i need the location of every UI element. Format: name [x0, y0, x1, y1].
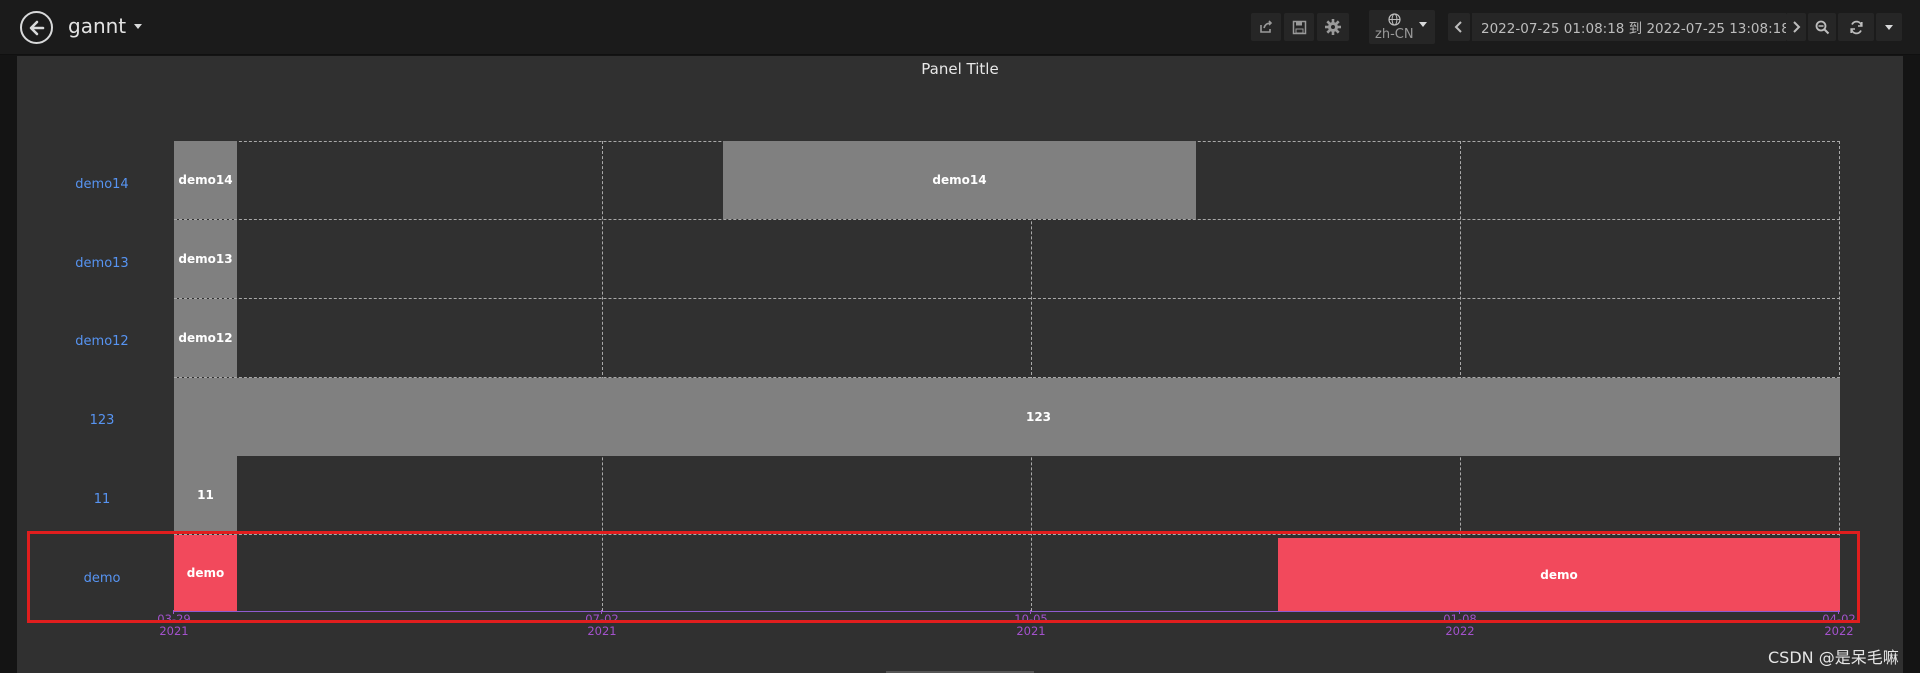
settings-button[interactable]: [1317, 13, 1349, 41]
watermark: CSDN @是呆毛嘛: [1768, 648, 1899, 667]
time-shift-forward-button[interactable]: [1786, 13, 1806, 41]
gantt-bar-123-start[interactable]: [174, 378, 237, 456]
chevron-right-icon: [1793, 21, 1801, 33]
bar-label: 123: [1025, 410, 1052, 424]
dashboard-title: gannt: [68, 14, 127, 38]
gantt-bar-demo14-start[interactable]: demo14: [174, 141, 237, 219]
bar-label: demo12: [178, 331, 233, 345]
time-shift-back-button[interactable]: [1448, 13, 1470, 41]
time-range-picker[interactable]: 2022-07-25 01:08:18 到 2022-07-25 13:08:1…: [1472, 13, 1804, 41]
bar-label: demo14: [178, 173, 233, 187]
row-label-123: 123: [89, 413, 115, 428]
refresh-interval-dropdown[interactable]: [1876, 13, 1902, 41]
bar-label: 11: [197, 488, 214, 502]
gantt-bar-demo13[interactable]: demo13: [174, 220, 237, 298]
share-icon: [1260, 20, 1273, 33]
time-range-label: 2022-07-25 01:08:18 到 2022-07-25 13:08:1…: [1481, 21, 1790, 37]
gantt-bar-demo12[interactable]: demo12: [174, 299, 237, 377]
selection-highlight-box: [27, 531, 1860, 623]
row-label-demo13: demo13: [75, 256, 129, 271]
row-label-demo14: demo14: [75, 177, 129, 192]
bar-label: demo14: [932, 173, 987, 187]
gantt-bar-11[interactable]: 11: [174, 456, 237, 534]
language-label: zh-CN: [1375, 27, 1414, 42]
grid-line: [174, 298, 1840, 299]
gear-icon: [1325, 19, 1341, 35]
panel-title[interactable]: Panel Title: [17, 60, 1903, 78]
row-label-demo12: demo12: [75, 334, 129, 349]
share-button[interactable]: [1251, 13, 1281, 41]
globe-icon: [1388, 13, 1401, 26]
row-label-11: 11: [93, 492, 111, 507]
save-button[interactable]: [1284, 13, 1314, 41]
refresh-button[interactable]: [1838, 13, 1874, 41]
refresh-icon: [1849, 20, 1863, 34]
grid-line: [174, 219, 1840, 220]
zoom-out-icon: [1815, 20, 1829, 34]
chevron-down-icon: [134, 23, 143, 29]
zoom-out-button[interactable]: [1808, 13, 1836, 41]
chevron-left-icon: [1454, 21, 1462, 33]
chevron-down-icon: [1419, 22, 1427, 27]
dashboard-title-dropdown[interactable]: gannt: [68, 14, 143, 38]
gantt-bar-123-range[interactable]: 123: [237, 378, 1840, 456]
chevron-down-icon: [1885, 24, 1893, 30]
language-selector[interactable]: zh-CN: [1369, 10, 1435, 44]
save-icon: [1292, 20, 1306, 34]
back-button[interactable]: [20, 11, 53, 44]
gantt-bar-demo14-range[interactable]: demo14: [723, 141, 1196, 219]
arrow-left-icon: [29, 20, 44, 35]
top-navbar: gannt zh-CN 2022-07-25 01:08:18 到 2022-0…: [0, 0, 1920, 55]
bar-label: demo13: [178, 252, 233, 266]
